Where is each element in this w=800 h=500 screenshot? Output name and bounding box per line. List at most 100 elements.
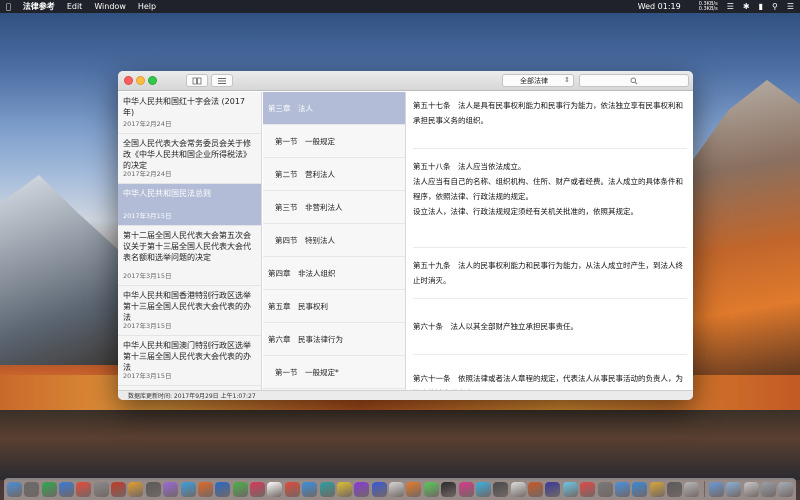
dock-app-icon[interactable] (267, 481, 283, 497)
search-icon[interactable]: ⚲ (772, 2, 778, 11)
dock-app-icon[interactable] (284, 481, 300, 497)
dock-app-icon[interactable] (778, 481, 794, 497)
dock-app-icon[interactable] (163, 481, 179, 497)
section-item[interactable]: 第一节 一般规定* (263, 356, 405, 389)
dock-app-icon[interactable] (111, 481, 126, 497)
dock-app-icon[interactable] (632, 481, 648, 497)
dock-app-icon[interactable] (743, 481, 759, 497)
wallpaper-mountain-right (690, 80, 800, 380)
dock-app-icon[interactable] (145, 481, 161, 497)
article-59: 第五十九条 法人的民事权利能力和民事行为能力，从法人成立时产生，到法人终止时消灭… (413, 248, 687, 299)
app-window: 全部法律 ⇕ 中华人民共和国红十字会法 (2017年) 2017年2月24日 全… (118, 71, 693, 400)
chevron-updown-icon: ⇕ (564, 76, 570, 84)
list-icon (218, 77, 226, 84)
apple-menu-icon[interactable]:  (6, 2, 11, 11)
dock-app-icon[interactable] (250, 481, 265, 497)
menu-edit[interactable]: Edit (67, 2, 83, 11)
dock-app-icon[interactable] (354, 481, 370, 497)
dock-app-icon[interactable] (562, 481, 578, 497)
dock-app-icon[interactable] (441, 481, 457, 497)
dock-app-icon[interactable] (24, 481, 40, 497)
chapter-item[interactable]: 第六章 民事法律行为 (263, 323, 405, 356)
db-updated-label: 数据库更新时间: 2017年9月29日 上午1:07:27 (128, 393, 256, 400)
dock-app-icon[interactable] (58, 481, 74, 497)
dock-app-icon[interactable] (475, 481, 491, 497)
zoom-window-button[interactable] (148, 76, 157, 85)
book-view-button[interactable] (186, 74, 208, 87)
battery-icon[interactable]: ▮ (759, 2, 763, 11)
dock-app-icon[interactable] (726, 481, 742, 497)
wallpaper-mountain-left (0, 175, 130, 365)
dock-app-icon[interactable] (6, 481, 22, 497)
dock-app-icon[interactable] (93, 481, 109, 497)
dock-app-icon[interactable] (614, 481, 630, 497)
wallpaper-lake (0, 410, 800, 480)
dock-app-icon[interactable] (684, 481, 700, 497)
search-icon (630, 77, 638, 85)
menu-window[interactable]: Window (94, 2, 126, 11)
dock-app-icon[interactable] (649, 481, 665, 497)
dock-app-icon[interactable] (336, 481, 352, 497)
dock-app-icon[interactable] (667, 481, 682, 497)
chapter-list[interactable]: 第三章 法人 第一节 一般规定 第二节 营利法人 第三节 非营利法人 第四节 特… (263, 92, 406, 390)
book-icon (192, 77, 202, 84)
section-item[interactable]: 第三节 非营利法人 (263, 191, 405, 224)
dock-app-icon[interactable] (597, 481, 613, 497)
law-item[interactable]: 第十二届全国人民代表大会第五次会议关于第十三届全国人民代表大会代表名额和选举问题… (118, 226, 261, 286)
article-58: 第五十八条 法人应当依法成立。 法人应当有自己的名称、组织机构、住所、财产或者经… (413, 149, 687, 248)
minimize-window-button[interactable] (136, 76, 145, 85)
law-item-selected[interactable]: 中华人民共和国民法总则 2017年3月15日 (118, 184, 261, 226)
dock-app-icon[interactable] (545, 481, 561, 497)
clock[interactable]: Wed 01:19 (638, 2, 681, 11)
dock-app-icon[interactable] (197, 481, 213, 497)
close-window-button[interactable] (124, 76, 133, 85)
dock-app-icon[interactable] (580, 481, 596, 497)
law-item[interactable]: 中华人民共和国香港特别行政区选举第十三届全国人民代表大会代表的办法 2017年3… (118, 286, 261, 336)
dock-app-icon[interactable] (458, 481, 474, 497)
chapter-item-selected[interactable]: 第三章 法人 (263, 92, 405, 125)
search-field[interactable] (579, 74, 689, 87)
dock-app-icon[interactable] (493, 481, 509, 497)
dock-app-icon[interactable] (371, 481, 387, 497)
article-text-pane[interactable]: 第五十七条 法人是具有民事权利能力和民事行为能力，依法独立享有民事权利和承担民事… (407, 92, 693, 390)
network-speed[interactable]: 0.3KB/s 0.3KB/s (690, 1, 718, 12)
dock-app-icon[interactable] (128, 481, 144, 497)
dock-app-icon[interactable] (708, 481, 724, 497)
article-57: 第五十七条 法人是具有民事权利能力和民事行为能力，依法独立享有民事权利和承担民事… (413, 96, 687, 149)
section-item[interactable]: 第二节 营利法人 (263, 158, 405, 191)
dock-app-icon[interactable] (319, 481, 335, 497)
law-list[interactable]: 中华人民共和国红十字会法 (2017年) 2017年2月24日 全国人民代表大会… (118, 92, 262, 390)
dock-app-icon[interactable] (76, 481, 92, 497)
notification-icon[interactable]: ☰ (787, 2, 794, 11)
law-item[interactable]: 全国人民代表大会常务委员会关于修改《中华人民共和国企业所得税法》的决定 2017… (118, 134, 261, 184)
chapter-item[interactable]: 第五章 民事权利 (263, 290, 405, 323)
dock-app-icon[interactable] (302, 481, 318, 497)
dock-app-icon[interactable] (510, 481, 526, 497)
section-item[interactable]: 第一节 一般规定 (263, 125, 405, 158)
title-bar: 全部法律 ⇕ (118, 71, 693, 91)
section-item[interactable]: 第四节 特别法人 (263, 224, 405, 257)
dock-app-icon[interactable] (41, 481, 57, 497)
status-bar: 数据库更新时间: 2017年9月29日 上午1:07:27 (118, 390, 693, 400)
dock-app-icon[interactable] (528, 481, 543, 497)
dock-app-icon[interactable] (180, 481, 196, 497)
article-61: 第六十一条 依照法律或者法人章程的规定，代表法人从事民事活动的负责人，为法人的法… (413, 374, 683, 390)
list-view-button[interactable] (211, 74, 233, 87)
dock-app-icon[interactable] (423, 481, 439, 497)
app-menu[interactable]: 法律参考 (23, 1, 55, 12)
chapter-item[interactable]: 第四章 非法人组织 (263, 257, 405, 290)
scope-select[interactable]: 全部法律 ⇕ (502, 74, 574, 87)
law-item[interactable]: 中华人民共和国澳门特别行政区选举第十三届全国人民代表大会代表的办法 2017年3… (118, 336, 261, 386)
menu-help[interactable]: Help (138, 2, 156, 11)
menu-bar:  法律参考 Edit Window Help Wed 01:19 0.3KB/… (0, 0, 800, 13)
dock-app-icon[interactable] (215, 481, 231, 497)
law-item[interactable]: 中华人民共和国红十字会法 (2017年) 2017年2月24日 (118, 92, 261, 134)
dock-app-icon[interactable] (760, 481, 776, 497)
bluetooth-icon[interactable]: ✱ (743, 2, 750, 11)
wifi-icon[interactable]: ☰ (727, 2, 734, 11)
dock-app-icon[interactable] (232, 481, 248, 497)
dock-separator (703, 481, 705, 497)
article-60: 第六十条 法人以其全部财产独立承担民事责任。 (413, 299, 687, 355)
dock-app-icon[interactable] (406, 481, 422, 497)
dock-app-icon[interactable] (389, 481, 404, 497)
